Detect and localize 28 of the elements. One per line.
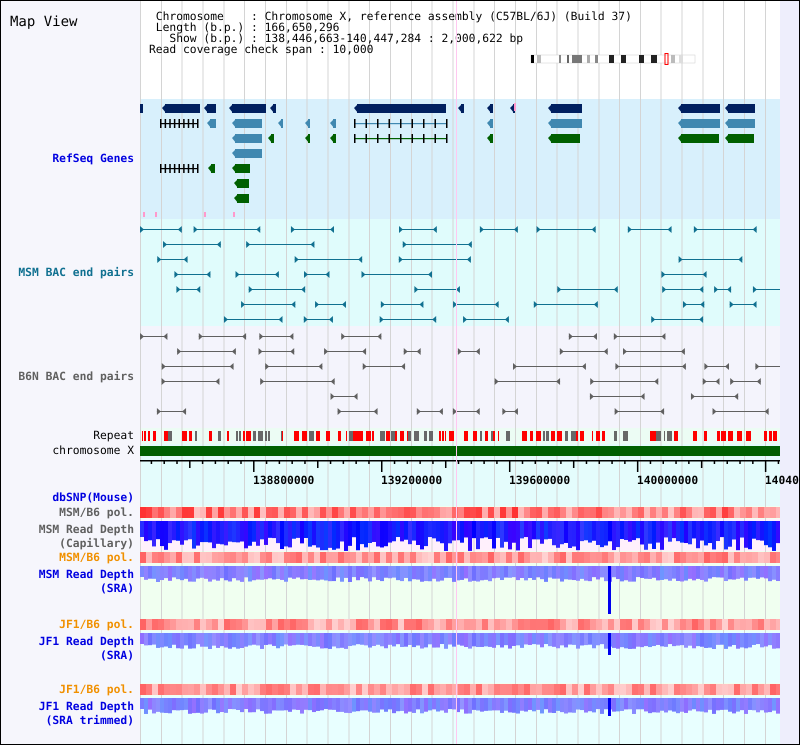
info-line: Chromosome : Chromosome X, reference assembly (C57BL/6J) (Build 37)	[154, 11, 633, 22]
track-label: (SRA trimmed)	[46, 714, 134, 728]
info-line: Length (b.p.) : 166,650,296	[154, 22, 340, 33]
track-label: (SRA)	[100, 582, 134, 596]
track-label: Repeat	[93, 429, 134, 443]
track-label: (SRA)	[100, 649, 134, 663]
axis-label: 139600000	[508, 474, 570, 487]
track-label: B6N BAC end pairs	[18, 370, 134, 384]
track-label: (Capillary)	[59, 537, 134, 551]
info-line: Show (b.p.) : 138,446,663-140,447,284 : 2,000,622 bp	[169, 33, 524, 44]
axis-label: 139200000	[380, 474, 442, 487]
axis-label: 140000000	[636, 474, 698, 487]
track-label: MSM BAC end pairs	[18, 266, 134, 280]
info-line: Read coverage check span : 10,000	[149, 44, 374, 55]
track-label: MSM Read Depth	[38, 568, 134, 582]
track-label: chromosome X	[52, 444, 134, 458]
track-label: MSM/B6 pol.	[59, 551, 134, 565]
track-label: MSM/B6 pol.	[59, 506, 134, 520]
axis-label: 138800000	[253, 474, 314, 487]
track-label: JF1 Read Depth	[38, 700, 134, 714]
track-label: JF1/B6 pol.	[59, 618, 134, 632]
axis-label: 14040	[764, 474, 799, 487]
track-label: JF1/B6 pol.	[59, 683, 134, 697]
track-label: dbSNP(Mouse)	[52, 491, 134, 505]
track-label: MSM Read Depth	[38, 523, 134, 537]
view-title: Map View	[10, 14, 78, 30]
track-label: JF1 Read Depth	[38, 635, 134, 649]
track-label: RefSeq Genes	[52, 152, 134, 166]
